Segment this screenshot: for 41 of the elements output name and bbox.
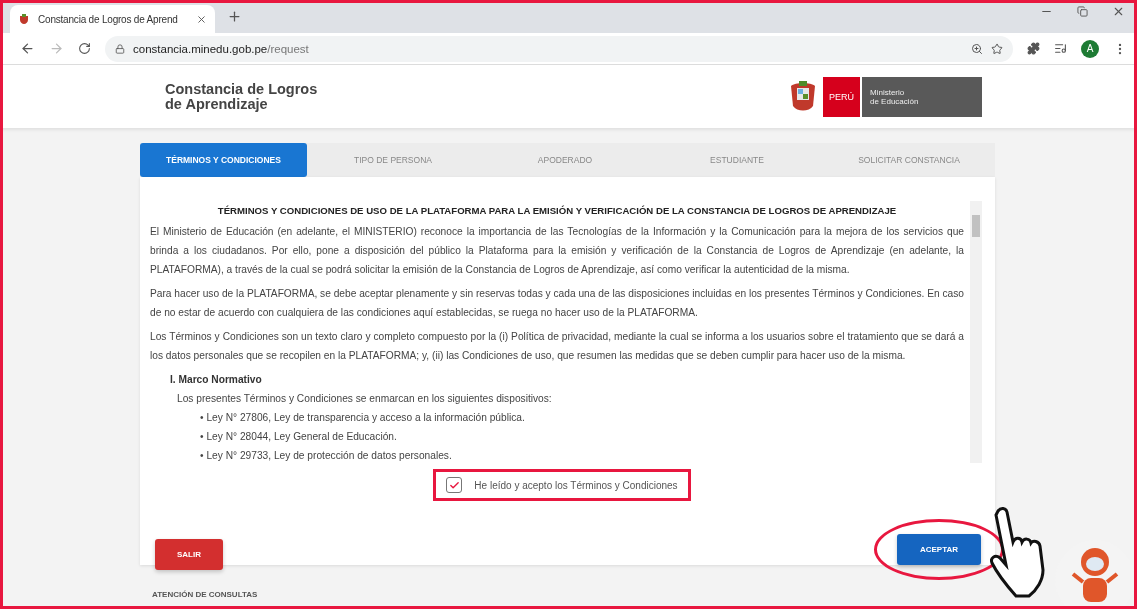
country-label: PERÚ — [823, 76, 860, 117]
reload-icon[interactable] — [78, 42, 91, 55]
terms-paragraph: Los Términos y Condiciones son un texto claro y completo compuesto por la (i) Política de privacidad, mediante la cual se informa a los usuarios sobre el tratamiento que se dará a los datos personales que se recopilen en la PLATAFORMA; y, (ii) las Condiciones de uso, que resumen las medidas que se deben cumplir para hacer uso de la misma. — [150, 330, 964, 363]
exit-button[interactable]: SALIR — [155, 539, 223, 570]
law-item: • Ley N° 27806, Ley de transparencia y acceso a la información pública. — [200, 411, 526, 425]
law-item: • Ley N° 28044, Ley General de Educación. — [200, 430, 398, 444]
footer-heading: ATENCIÓN DE CONSULTAS — [151, 590, 259, 599]
step-tab[interactable]: APODERADO — [479, 143, 651, 177]
zoom-icon[interactable] — [971, 42, 983, 55]
consent-checkbox[interactable] — [446, 477, 463, 493]
law-item: • Ley N° 29733, Ley de protección de datos personales. — [200, 449, 453, 463]
address-bar[interactable]: constancia.minedu.gob.pe/request — [105, 35, 1013, 62]
puzzle-icon[interactable] — [1027, 42, 1040, 55]
restore-icon[interactable] — [1077, 5, 1088, 18]
profile-avatar[interactable]: A — [1081, 39, 1099, 58]
scrollbar[interactable] — [970, 201, 982, 463]
new-tab-icon[interactable] — [227, 9, 242, 24]
browser-tab[interactable]: Constancia de Logros de Aprend — [10, 5, 215, 33]
site-title: Constancia de Logros de Aprendizaje — [165, 81, 318, 112]
step-tab[interactable]: TIPO DE PERSONA — [307, 143, 479, 177]
close-tab-icon[interactable] — [196, 13, 207, 25]
terms-paragraph: El Ministerio de Educación (en adelante, el MINISTERIO) reconoce la importancia de las Tecnologías de la Información y la Comunicación para la mejora de los servicios que brinda a los ciudadanos. Por ello, pone a disposición del público la Plataforma para la emisión y verificación de la Constancia de Logros de Aprendizaje (en adelante, la PLATAFORMA), a través de la cual se podrá solicitar la emisión de la Constancia de Logros de Aprendizaje, así como verificar la autenticidad de la misma. — [150, 225, 964, 277]
step-tab[interactable]: ESTUDIANTE — [651, 143, 823, 177]
step-tab[interactable]: TÉRMINOS Y CONDICIONES — [140, 143, 307, 177]
consent-label: He leído y acepto los Términos y Condiciones — [474, 479, 678, 491]
terms-paragraph: Para hacer uso de la PLATAFORMA, se debe aceptar plenamente y sin reservas todas y cada una de las disposiciones incluidas en los presentes Términos y Condiciones. En caso de no estar de acuerdo con cualquiera de las condiciones aquí establecidas, se ruega no hacer uso de la PLATAFORMA. — [150, 287, 964, 320]
accept-button[interactable]: ACEPTAR — [897, 534, 981, 565]
check-icon — [448, 479, 460, 491]
url-host: constancia.minedu.gob.pe — [133, 42, 268, 55]
step-tab[interactable]: SOLICITAR CONSTANCIA — [823, 143, 995, 177]
lock-icon — [115, 43, 125, 54]
terms-title: TÉRMINOS Y CONDICIONES DE USO DE LA PLATAFORMA PARA LA EMISIÓN Y VERIFICACIÓN DE LA CONSTANCIA DE LOGROS DE APRENDIZAJE — [216, 204, 898, 218]
close-icon[interactable] — [1112, 5, 1125, 18]
ministry-label: Ministerio de Educación — [860, 76, 982, 117]
url-path: /request — [267, 42, 309, 55]
coat-of-arms-icon — [18, 13, 30, 25]
section-heading: I. Marco Normativo — [170, 373, 263, 387]
star-icon[interactable] — [991, 42, 1003, 55]
playlist-icon[interactable] — [1054, 42, 1067, 55]
tab-title: Constancia de Logros de Aprend — [38, 13, 179, 25]
section-intro: Los presentes Términos y Condiciones se enmarcan en los siguientes dispositivos: — [177, 392, 553, 406]
